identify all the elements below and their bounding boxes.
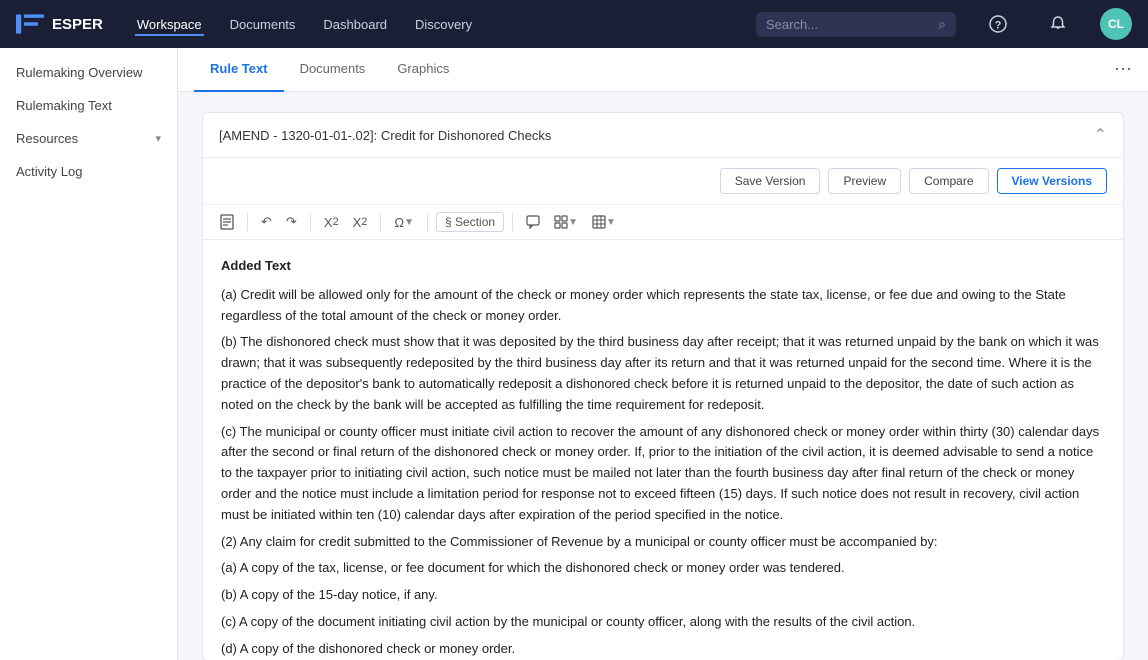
svg-text:?: ? — [995, 20, 1002, 32]
notifications-button[interactable] — [1040, 6, 1076, 42]
save-version-button[interactable]: Save Version — [720, 168, 821, 194]
subscript-button[interactable]: X2 — [319, 212, 344, 233]
format-icon — [554, 215, 568, 229]
tab-more-button[interactable]: ⋯ — [1114, 59, 1132, 80]
nav-documents[interactable]: Documents — [228, 13, 298, 36]
view-versions-button[interactable]: View Versions — [997, 168, 1108, 194]
app-name: ESPER — [52, 16, 103, 33]
comment-button[interactable] — [521, 212, 545, 232]
user-avatar[interactable]: CL — [1100, 8, 1132, 40]
format-button[interactable]: ▼ — [549, 212, 583, 232]
sidebar-item-rulemaking-text[interactable]: Rulemaking Text — [0, 89, 177, 122]
editor-toolbar: ↶ ↷ X2 X2 Ω ▼ — [203, 205, 1123, 240]
help-button[interactable]: ? — [980, 6, 1016, 42]
tab-bar: Rule Text Documents Graphics ⋯ — [178, 48, 1148, 92]
sidebar-label-activity-log: Activity Log — [16, 164, 82, 179]
sidebar-label-rulemaking-overview: Rulemaking Overview — [16, 65, 142, 80]
help-icon: ? — [989, 15, 1007, 33]
esper-logo-icon — [16, 14, 44, 34]
tab-documents[interactable]: Documents — [284, 48, 382, 92]
sidebar-label-resources: Resources — [16, 131, 78, 146]
paragraph-a: (a) Credit will be allowed only for the … — [221, 285, 1105, 327]
sidebar-item-activity-log[interactable]: Activity Log — [0, 155, 177, 188]
section-button[interactable]: § Section — [436, 212, 504, 232]
undo-button[interactable]: ↶ — [256, 211, 277, 233]
top-navigation: ESPER Workspace Documents Dashboard Disc… — [0, 0, 1148, 48]
document-text-area: Added Text (a) Credit will be allowed on… — [203, 240, 1123, 660]
paragraph-2d: (d) A copy of the dishonored check or mo… — [221, 639, 1105, 660]
document-outer: [AMEND - 1320-01-01-.02]: Credit for Dis… — [178, 92, 1148, 660]
compare-button[interactable]: Compare — [909, 168, 988, 194]
toolbar-separator-3 — [380, 213, 381, 231]
bell-icon — [1049, 15, 1067, 33]
search-icon[interactable]: ⌕ — [938, 16, 946, 33]
table-icon — [592, 215, 606, 229]
nav-discovery[interactable]: Discovery — [413, 13, 474, 36]
document-title: [AMEND - 1320-01-01-.02]: Credit for Dis… — [219, 128, 1094, 143]
chevron-down-icon: ▾ — [155, 132, 161, 145]
document-card-header: [AMEND - 1320-01-01-.02]: Credit for Dis… — [203, 113, 1123, 158]
tab-rule-text[interactable]: Rule Text — [194, 48, 284, 92]
added-text-label: Added Text — [221, 256, 1105, 277]
app-logo[interactable]: ESPER — [16, 14, 103, 34]
paragraph-b: (b) The dishonored check must show that … — [221, 332, 1105, 415]
version-toolbar: Save Version Preview Compare View Versio… — [203, 158, 1123, 205]
nav-workspace[interactable]: Workspace — [135, 13, 204, 36]
nav-dashboard[interactable]: Dashboard — [321, 13, 389, 36]
collapse-button[interactable]: ⌃ — [1094, 125, 1107, 145]
toolbar-separator-5 — [512, 213, 513, 231]
document-icon — [220, 214, 234, 230]
search-input[interactable] — [766, 17, 932, 32]
toolbar-separator-2 — [310, 213, 311, 231]
paragraph-c: (c) The municipal or county officer must… — [221, 422, 1105, 526]
preview-button[interactable]: Preview — [828, 168, 901, 194]
comment-icon — [526, 215, 540, 229]
special-chars-button[interactable]: Ω ▼ — [389, 212, 419, 233]
toolbar-separator-4 — [427, 213, 428, 231]
tab-graphics[interactable]: Graphics — [381, 48, 465, 92]
paragraph-2: (2) Any claim for credit submitted to th… — [221, 532, 1105, 553]
content-area: Rule Text Documents Graphics ⋯ [AMEND - … — [178, 48, 1148, 660]
redo-button[interactable]: ↷ — [281, 211, 302, 233]
paragraph-2a: (a) A copy of the tax, license, or fee d… — [221, 558, 1105, 579]
paragraph-2b: (b) A copy of the 15-day notice, if any. — [221, 585, 1105, 606]
paragraph-2c: (c) A copy of the document initiating ci… — [221, 612, 1105, 633]
table-button[interactable]: ▼ — [587, 212, 621, 232]
sidebar-item-rulemaking-overview[interactable]: Rulemaking Overview — [0, 56, 177, 89]
sidebar-item-resources[interactable]: Resources ▾ — [0, 122, 177, 155]
search-bar[interactable]: ⌕ — [756, 12, 956, 37]
sidebar: Rulemaking Overview Rulemaking Text Reso… — [0, 48, 178, 660]
superscript-button[interactable]: X2 — [348, 212, 373, 233]
document-card: [AMEND - 1320-01-01-.02]: Credit for Dis… — [202, 112, 1124, 660]
sidebar-label-rulemaking-text: Rulemaking Text — [16, 98, 112, 113]
doc-format-button[interactable] — [215, 211, 239, 233]
toolbar-separator-1 — [247, 213, 248, 231]
